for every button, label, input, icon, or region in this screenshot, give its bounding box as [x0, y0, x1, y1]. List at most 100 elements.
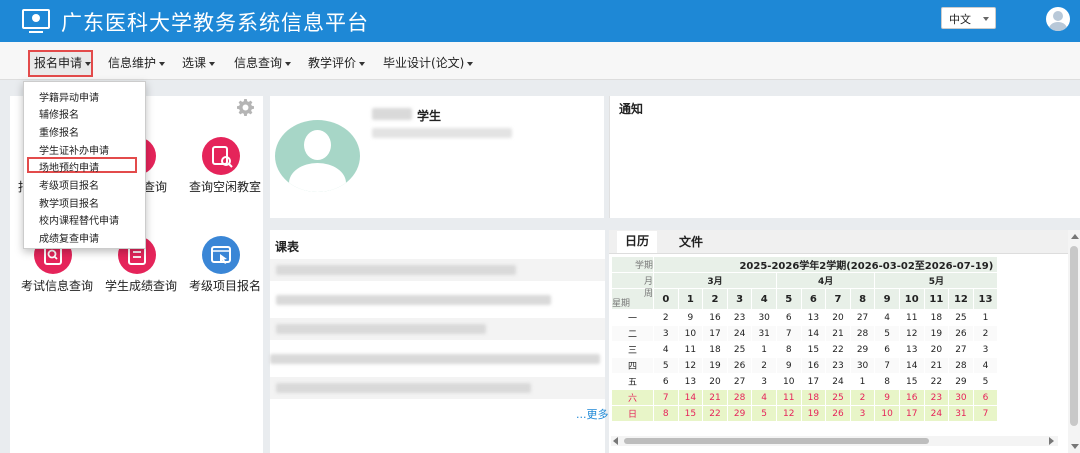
vertical-scroll-thumb[interactable] [1070, 246, 1078, 426]
app-label-grade-exam-registration[interactable]: 考级项目报名 [189, 277, 261, 294]
calendar-week-number: 3 [726, 288, 753, 310]
calendar-day-cell: 23 [825, 357, 851, 374]
calendar-week-number: 9 [874, 288, 900, 310]
tab-calendar[interactable]: 日历 [617, 231, 658, 253]
calendar-day-cell: 13 [800, 309, 827, 326]
calendar-day-cell: 24 [726, 325, 753, 342]
student-avatar [275, 120, 360, 192]
calendar-day-cell: 28 [948, 357, 974, 374]
app-label-free-classroom[interactable]: 查询空闲教室 [189, 178, 261, 195]
caret-down-icon [285, 61, 292, 66]
classroom-icon[interactable] [202, 137, 240, 175]
partial-app-label: 查询 [143, 180, 168, 194]
nav-item-registration[interactable]: 报名申请 [34, 54, 92, 71]
language-select-label: 中文 [949, 13, 971, 26]
calendar-day-cell: 16 [702, 309, 728, 326]
calendar-day-cell: 4 [653, 341, 679, 358]
calendar-day-cell: 17 [702, 325, 728, 342]
menu-item-minor-registration[interactable]: 辅修报名 [39, 106, 79, 121]
calendar-weekday-label: 五 [611, 373, 654, 390]
calendar-week-number: 13 [972, 288, 999, 310]
calendar-day-cell: 13 [677, 373, 704, 390]
calendar-day-cell: 29 [948, 373, 974, 390]
calendar-day-cell: 2 [751, 357, 777, 374]
calendar-day-cell: 2 [972, 325, 999, 342]
scroll-right-icon[interactable] [1049, 437, 1054, 445]
calendar-week-number: 2 [702, 288, 728, 310]
calendar-day-cell: 7 [775, 325, 802, 342]
calendar-day-cell: 5 [972, 373, 999, 390]
menu-item-venue-reservation[interactable]: 场地预约申请 [39, 159, 99, 174]
calendar-day-cell: 10 [874, 405, 900, 422]
language-select[interactable]: 中文 [941, 7, 996, 29]
nav-item-info-query[interactable]: 信息查询 [234, 54, 292, 71]
calendar-day-cell: 11 [775, 389, 802, 406]
menu-item-student-id-reissue[interactable]: 学生证补办申请 [39, 142, 109, 157]
app-label-exam-info[interactable]: 考试信息查询 [21, 277, 93, 294]
scroll-up-icon[interactable] [1071, 234, 1079, 239]
menu-item-score-review[interactable]: 成绩复查申请 [39, 230, 99, 245]
calendar-weekday-label: 六 [611, 389, 654, 406]
calendar-scroll-thumb[interactable] [624, 438, 929, 444]
calendar-corner-weekday-label: 星期 [612, 299, 631, 309]
calendar-day-cell: 18 [923, 309, 950, 326]
calendar-day-cell: 17 [800, 373, 827, 390]
calendar-day-cell: 13 [898, 341, 925, 358]
menu-item-grade-exam-registration[interactable]: 考级项目报名 [39, 177, 99, 192]
chevron-down-icon [983, 17, 989, 21]
calendar-day-cell: 10 [677, 325, 704, 342]
calendar-day-cell: 7 [874, 357, 900, 374]
gear-icon[interactable] [237, 99, 254, 116]
calendar-corner-week: 周星期 [611, 288, 654, 310]
menu-item-teaching-project[interactable]: 教学项目报名 [39, 195, 99, 210]
schedule-row [270, 259, 605, 281]
cursor-window-icon[interactable] [202, 236, 240, 274]
menu-item-retake-registration[interactable]: 重修报名 [39, 124, 79, 139]
app-label-student-grades[interactable]: 学生成绩查询 [105, 277, 177, 294]
calendar-day-cell: 6 [874, 341, 900, 358]
scroll-left-icon[interactable] [613, 437, 618, 445]
calendar-day-cell: 24 [923, 405, 950, 422]
calendar-day-cell: 3 [653, 325, 679, 342]
calendar-day-cell: 7 [972, 405, 999, 422]
calendar-day-cell: 5 [874, 325, 900, 342]
calendar-day-cell: 3 [751, 373, 777, 390]
calendar-day-cell: 20 [702, 373, 728, 390]
calendar-day-cell: 25 [825, 389, 851, 406]
schedule-row [270, 289, 605, 311]
calendar-weekday-label: 一 [611, 309, 654, 326]
menu-item-status-change[interactable]: 学籍异动申请 [39, 89, 99, 104]
calendar-corner-term: 学期 [611, 256, 654, 273]
calendar-day-cell: 12 [898, 325, 925, 342]
schedule-more-link[interactable]: ...更多 [576, 406, 609, 422]
calendar-week-number: 1 [677, 288, 704, 310]
calendar-day-cell: 10 [775, 373, 802, 390]
calendar-week-number: 8 [849, 288, 876, 310]
calendar-day-cell: 2 [849, 389, 876, 406]
calendar-day-cell: 24 [825, 373, 851, 390]
calendar-day-cell: 5 [751, 405, 777, 422]
schedule-row [270, 377, 605, 399]
calendar-day-cell: 11 [677, 341, 704, 358]
calendar-day-cell: 14 [800, 325, 827, 342]
nav-item-teaching-evaluation[interactable]: 教学评价 [308, 54, 366, 71]
calendar-day-cell: 26 [726, 357, 753, 374]
nav-item-course-selection[interactable]: 选课 [182, 54, 216, 71]
schedule-title: 课表 [275, 240, 300, 254]
calendar-day-cell: 30 [849, 357, 876, 374]
calendar-day-cell: 31 [751, 325, 777, 342]
calendar-day-cell: 17 [898, 405, 925, 422]
tab-files[interactable]: 文件 [679, 233, 703, 250]
nav-item-info-maintenance[interactable]: 信息维护 [108, 54, 166, 71]
calendar-week-number: 6 [800, 288, 827, 310]
notice-panel [609, 96, 1080, 218]
scroll-down-icon[interactable] [1071, 444, 1079, 449]
calendar-day-cell: 20 [923, 341, 950, 358]
schedule-row [270, 348, 605, 370]
user-avatar-icon[interactable] [1046, 7, 1070, 31]
calendar-weekday-label: 二 [611, 325, 654, 342]
calendar-day-cell: 6 [653, 373, 679, 390]
menu-item-course-substitution[interactable]: 校内课程替代申请 [39, 212, 119, 227]
calendar-day-cell: 15 [800, 341, 827, 358]
nav-item-graduation-thesis[interactable]: 毕业设计(论文) [383, 54, 474, 71]
